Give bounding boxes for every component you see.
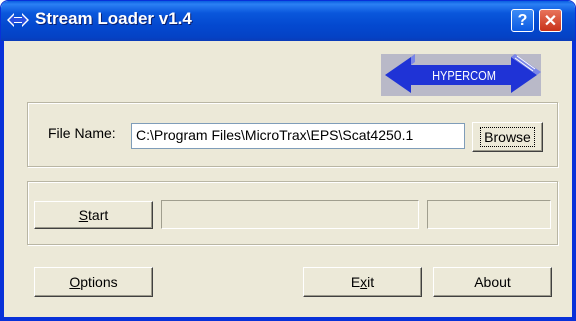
file-name-label: File Name:	[48, 125, 116, 141]
browse-button[interactable]: Browse	[472, 122, 543, 152]
stream-loader-window: Stream Loader v1.4 ? ✕ HYPERCOM File Nam…	[0, 0, 576, 321]
progress-bar	[161, 200, 419, 229]
exit-button[interactable]: Exit	[303, 267, 422, 297]
window-border-bottom	[1, 317, 575, 320]
title-bar[interactable]: Stream Loader v1.4 ? ✕	[1, 1, 575, 41]
logo-text: HYPERCOM	[432, 68, 496, 83]
help-icon: ?	[517, 11, 528, 29]
exit-label: Exit	[350, 274, 375, 290]
start-button[interactable]: Start	[34, 201, 153, 229]
start-label: Start	[78, 207, 109, 223]
double-arrow-icon	[7, 13, 29, 27]
window-border-left	[1, 41, 4, 320]
about-button[interactable]: About	[433, 267, 552, 297]
options-label: Options	[69, 274, 118, 290]
window-title: Stream Loader v1.4	[35, 9, 192, 28]
about-label: About	[474, 274, 511, 290]
close-icon: ✕	[543, 12, 558, 30]
hypercom-logo: HYPERCOM	[381, 54, 541, 96]
status-field	[427, 200, 551, 229]
file-name-input[interactable]: C:\Program Files\MicroTrax\EPS\Scat4250.…	[131, 123, 465, 149]
help-button[interactable]: ?	[511, 9, 534, 32]
close-button[interactable]: ✕	[539, 9, 562, 32]
options-button[interactable]: Options	[34, 267, 153, 297]
window-border-right	[572, 41, 575, 320]
browse-label: Browse	[480, 127, 535, 147]
